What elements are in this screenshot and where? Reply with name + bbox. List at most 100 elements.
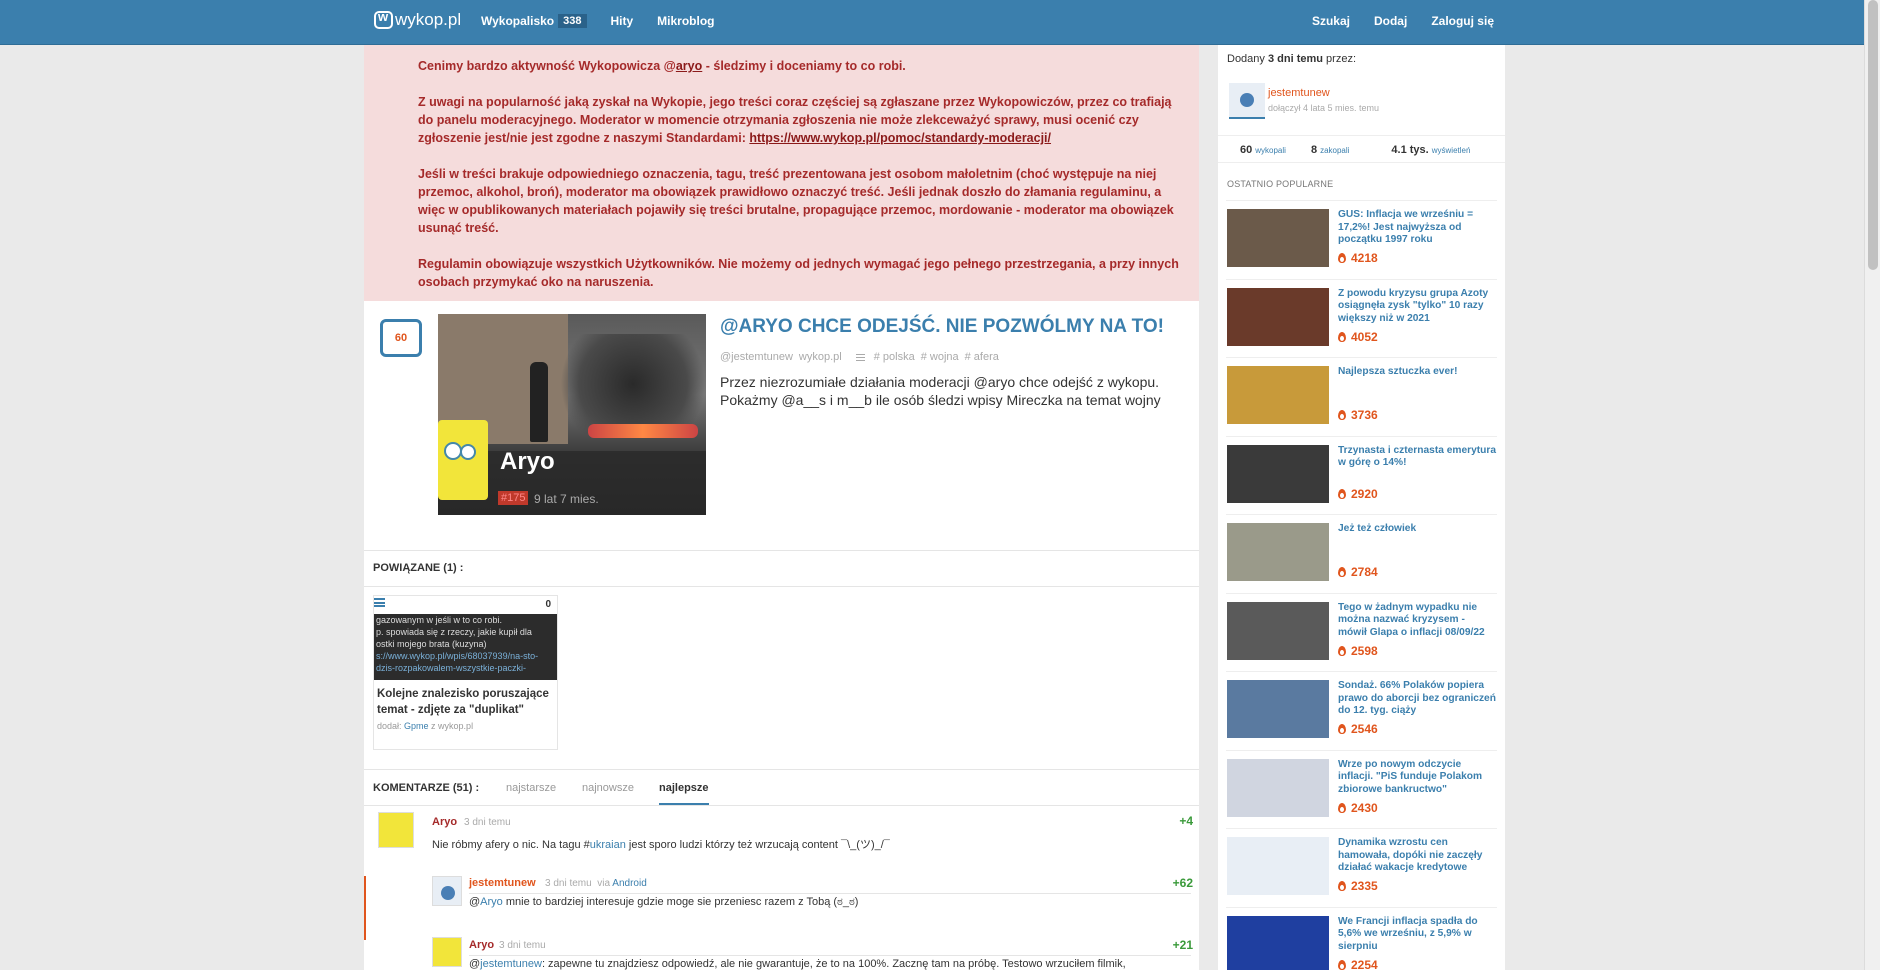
stat-wykopali[interactable]: 60 wykopali (1240, 136, 1286, 162)
related-thumb-line: p. spowiada się z rzeczy, jakie kupił dl… (376, 627, 532, 637)
popular-header: OSTATNIO POPULARNE (1227, 179, 1334, 189)
related-title[interactable]: Kolejne znalezisko poruszające temat - z… (377, 686, 557, 718)
nav-wykopalisko[interactable]: Wykopalisko 338 (481, 14, 587, 28)
tab-newest[interactable]: najnowsze (582, 782, 634, 794)
stat-label: wyświetleń (1431, 146, 1471, 155)
notice-paragraph-2: Z uwagi na popularność jaką zyskał na Wy… (418, 93, 1184, 147)
popular-title[interactable]: Dynamika wzrostu cen hamowała, dopóki ni… (1338, 837, 1496, 875)
related-thumbnail[interactable]: gazowanym w jeśli w to co robi. p. spowi… (374, 614, 557, 680)
popular-thumbnail[interactable] (1227, 523, 1329, 581)
popular-score-value: 2254 (1351, 957, 1378, 970)
tab-best[interactable]: najlepsze (659, 782, 709, 805)
flame-icon (1338, 724, 1346, 734)
nav-mikroblog[interactable]: Mikroblog (657, 14, 714, 28)
related-added-from: z wykop.pl (428, 721, 474, 731)
tab-oldest[interactable]: najstarsze (506, 782, 556, 794)
nav-add-link[interactable]: Dodaj (1374, 14, 1407, 28)
popular-score: 4052 (1338, 330, 1378, 344)
popular-item[interactable]: Z powodu kryzysu grupa Azoty osiągnęła z… (1226, 278, 1497, 353)
notice-p1-text: Cenimy bardzo aktywność Wykopowicza @ (418, 59, 676, 73)
related-vote-count: 0 (545, 599, 551, 610)
popular-item[interactable]: We Francji inflacja spadła do 5,6% we wr… (1226, 906, 1497, 970)
popular-title[interactable]: Sondaż. 66% Polaków popiera prawo do abo… (1338, 680, 1496, 718)
popular-item[interactable]: Trzynasta i czternasta emerytura w górę … (1226, 435, 1497, 510)
popular-item[interactable]: Jeż też człowiek 2784 (1226, 514, 1497, 588)
notice-standards-link[interactable]: https://www.wykop.pl/pomoc/standardy-mod… (749, 131, 1051, 145)
popular-thumbnail[interactable] (1227, 366, 1329, 424)
article-author[interactable]: @jestemtunew (720, 351, 793, 363)
author-username[interactable]: jestemtunew (1268, 87, 1330, 99)
popular-score: 2430 (1338, 801, 1378, 815)
vote-counter-button[interactable]: 60 (380, 319, 422, 357)
article-source[interactable]: wykop.pl (799, 351, 842, 363)
article: 60 Aryo #175 9 lat 7 mies. @ARYO CHCE OD… (364, 301, 1199, 551)
page-scrollbar[interactable] (1864, 0, 1880, 970)
nav-wykopalisko-label: Wykopalisko (481, 14, 555, 28)
popular-thumbnail[interactable] (1227, 287, 1329, 346)
tag-wojna[interactable]: # wojna (921, 351, 959, 363)
popular-item[interactable]: GUS: Inflacja we wrześniu = 17,2%! Jest … (1226, 200, 1497, 274)
popular-title[interactable]: Jeż też człowiek (1338, 523, 1496, 536)
menu-icon[interactable] (374, 598, 385, 607)
flame-icon (1338, 802, 1346, 813)
popular-thumbnail[interactable] (1227, 601, 1329, 660)
popular-title[interactable]: Wrze po nowym odczycie inflacji. "PiS fu… (1338, 759, 1496, 797)
wykop-logo[interactable]: wykop.pl (374, 9, 461, 30)
popular-item[interactable]: Najlepsza sztuczka ever! 3736 (1226, 357, 1497, 431)
added-prefix: Dodany (1227, 53, 1268, 65)
flame-icon (1338, 488, 1346, 499)
sidebar: Dodany 3 dni temu przez: jestemtunew doł… (1218, 45, 1505, 970)
list-icon (855, 353, 865, 361)
related-header: POWIĄZANE (1) : (364, 551, 1199, 587)
related-card[interactable]: 0 gazowanym w jeśli w to co robi. p. spo… (373, 595, 558, 750)
nav-hity[interactable]: Hity (611, 14, 634, 28)
nav-search-link[interactable]: Szukaj (1312, 14, 1350, 28)
popular-title[interactable]: Z powodu kryzysu grupa Azoty osiągnęła z… (1338, 288, 1496, 326)
popular-item[interactable]: Dynamika wzrostu cen hamowała, dopóki ni… (1226, 828, 1497, 902)
nav-login-link[interactable]: Zaloguj się (1431, 14, 1494, 28)
related-added-by-user[interactable]: Gpme (404, 721, 429, 731)
tag-polska[interactable]: # polska (874, 351, 915, 363)
thumb-account-age: 9 lat 7 mies. (534, 492, 599, 506)
thumb-username: Aryo (500, 448, 555, 475)
article-thumbnail[interactable]: Aryo #175 9 lat 7 mies. (438, 314, 706, 515)
popular-item[interactable]: Tego w żadnym wypadku nie można nazwać k… (1226, 592, 1497, 667)
popular-thumbnail[interactable] (1227, 209, 1329, 267)
popular-title[interactable]: Najlepsza sztuczka ever! (1338, 366, 1496, 379)
top-navigation-bar: wykop.pl Wykopalisko 338 Hity Mikroblog … (0, 0, 1864, 45)
article-title[interactable]: @ARYO CHCE ODEJŚĆ. NIE POZWÓLMY NA TO! (720, 316, 1164, 338)
moderation-notice: Cenimy bardzo aktywność Wykopowicza @ary… (364, 45, 1199, 301)
article-stats: 60 wykopali 8 zakopali 4.1 tys. wyświetleń (1218, 135, 1505, 163)
notice-aryo-link[interactable]: aryo (676, 59, 702, 73)
stat-zakopali[interactable]: 8 zakopali (1311, 136, 1349, 162)
notice-p1-text-end: - śledzimy i doceniamy to co robi. (702, 59, 906, 73)
popular-thumbnail[interactable] (1227, 915, 1329, 970)
popular-thumbnail[interactable] (1227, 758, 1329, 817)
popular-thumbnail[interactable] (1227, 680, 1329, 738)
author-joined: dołączył 4 lata 5 mies. temu (1268, 103, 1380, 113)
popular-item[interactable]: Sondaż. 66% Polaków popiera prawo do abo… (1226, 671, 1497, 745)
popular-title[interactable]: We Francji inflacja spadła do 5,6% we wr… (1338, 916, 1496, 954)
popular-score: 2335 (1338, 879, 1378, 893)
scrollbar-thumb[interactable] (1868, 0, 1878, 270)
popular-thumbnail[interactable] (1227, 837, 1329, 895)
popular-item[interactable]: Wrze po nowym odczycie inflacji. "PiS fu… (1226, 749, 1497, 824)
flame-icon (1338, 881, 1346, 891)
notice-paragraph-4: Regulamin obowiązuje wszystkich Użytkown… (418, 257, 1179, 289)
added-by-prefix: dodał: (377, 721, 405, 731)
thumb-smoke (558, 334, 706, 434)
popular-score-value: 2598 (1351, 643, 1378, 658)
popular-title[interactable]: Tego w żadnym wypadku nie można nazwać k… (1338, 602, 1496, 640)
tag-afera[interactable]: # afera (965, 351, 999, 363)
popular-title[interactable]: GUS: Inflacja we wrześniu = 17,2%! Jest … (1338, 209, 1496, 247)
popular-score-value: 3736 (1351, 408, 1378, 422)
popular-score-value: 2335 (1351, 879, 1378, 893)
flame-icon (1338, 253, 1346, 263)
author-avatar[interactable] (1229, 83, 1265, 119)
added-time: 3 dni temu (1267, 53, 1323, 65)
popular-thumbnail[interactable] (1227, 444, 1329, 503)
popular-score: 2598 (1338, 644, 1378, 658)
added-suffix: przez: (1323, 53, 1357, 65)
stat-label: zakopali (1320, 146, 1350, 155)
popular-title[interactable]: Trzynasta i czternasta emerytura w górę … (1338, 445, 1496, 470)
